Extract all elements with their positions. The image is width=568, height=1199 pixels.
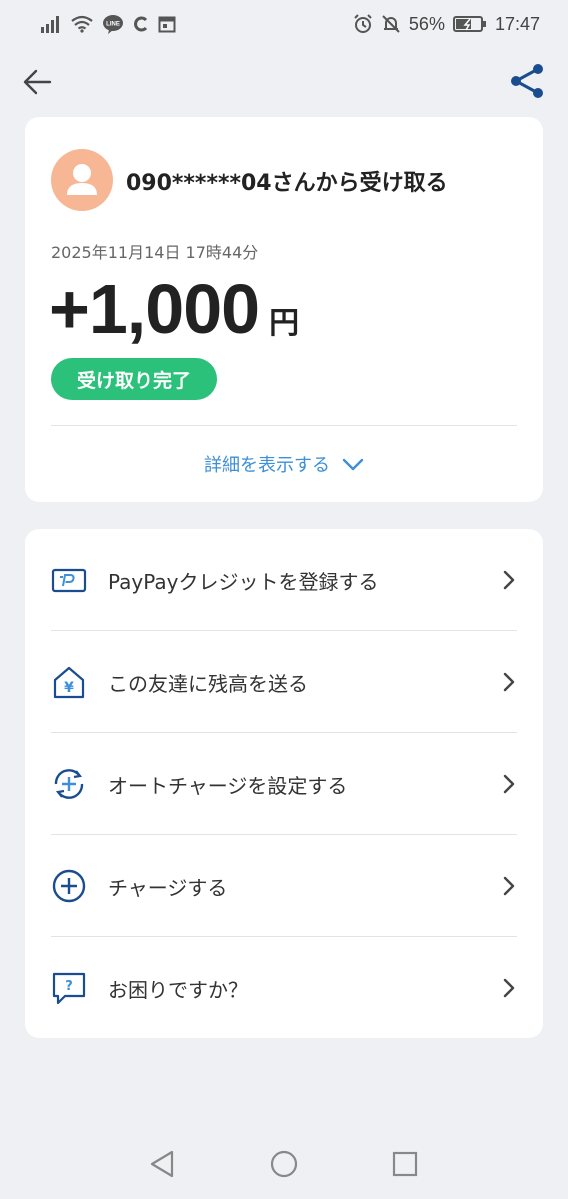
- charge-plus-icon: [52, 869, 86, 903]
- status-bar: LINE 56% 17:47: [0, 0, 568, 48]
- send-yen-icon: ¥: [53, 666, 85, 699]
- menu-item-label: この友達に残高を送る: [108, 671, 308, 696]
- credit-card-icon: [51, 568, 87, 593]
- menu-item-send-balance[interactable]: ¥ この友達に残高を送る: [25, 631, 543, 733]
- svg-text:?: ?: [65, 979, 73, 994]
- sync-icon: [134, 16, 148, 32]
- currency-label: 円: [269, 306, 300, 341]
- status-bar-right: 56% 17:47: [353, 14, 540, 35]
- line-app-icon: LINE: [103, 15, 123, 34]
- mute-bell-icon: [382, 15, 400, 33]
- chevron-right-icon: [503, 672, 515, 692]
- menu-item-help[interactable]: ? お困りですか？: [25, 937, 543, 1039]
- wifi-icon: [71, 15, 93, 33]
- auto-charge-icon: [54, 769, 84, 799]
- transaction-title: 090******04さんから受け取る: [126, 171, 448, 196]
- chevron-right-icon: [503, 570, 515, 590]
- menu-item-paypay-credit[interactable]: PayPayクレジットを登録する: [25, 529, 543, 631]
- menu-item-label: PayPayクレジットを登録する: [108, 569, 379, 594]
- divider: [51, 425, 517, 426]
- nav-home-icon[interactable]: [270, 1150, 298, 1178]
- chevron-down-icon: [342, 458, 364, 471]
- share-icon[interactable]: [508, 62, 546, 100]
- chevron-right-icon: [503, 876, 515, 896]
- chevron-right-icon: [503, 774, 515, 794]
- action-menu-card: PayPayクレジットを登録する ¥ この友達に残高を送る オートチャージを設定…: [25, 529, 543, 1038]
- status-badge: 受け取り完了: [51, 358, 218, 400]
- chevron-right-icon: [503, 978, 515, 998]
- calendar-icon: [158, 16, 176, 33]
- show-details-label: 詳細を表示する: [204, 455, 330, 476]
- menu-item-label: チャージする: [108, 875, 228, 900]
- amount-value: +1,000: [49, 270, 260, 348]
- menu-item-label: オートチャージを設定する: [108, 773, 348, 798]
- nav-back-icon[interactable]: [148, 1149, 176, 1179]
- avatar: [51, 149, 113, 211]
- menu-item-label: お困りですか？: [108, 977, 248, 1002]
- nav-recents-icon[interactable]: [392, 1151, 418, 1177]
- status-bar-left: LINE: [40, 14, 176, 34]
- back-arrow-icon[interactable]: [20, 64, 56, 100]
- user-icon: [67, 164, 97, 195]
- line-badge-text: LINE: [106, 22, 120, 28]
- amount-row: +1,000 円: [49, 269, 299, 349]
- top-app-bar: [0, 56, 568, 110]
- svg-text:¥: ¥: [64, 680, 74, 696]
- system-nav-bar: [0, 1129, 568, 1199]
- transaction-card: 090******04さんから受け取る 2025年11月14日 17時44分 +…: [25, 117, 543, 502]
- help-chat-icon: ?: [52, 972, 86, 1005]
- clock: 17:47: [494, 13, 540, 34]
- menu-item-charge[interactable]: チャージする: [25, 835, 543, 937]
- transaction-datetime: 2025年11月14日 17時44分: [51, 243, 259, 262]
- show-details-button[interactable]: 詳細を表示する: [25, 451, 543, 477]
- alarm-icon: [354, 14, 372, 33]
- battery-icon: [452, 16, 486, 32]
- menu-item-auto-charge[interactable]: オートチャージを設定する: [25, 733, 543, 835]
- battery-percent: 56%: [408, 13, 445, 34]
- signal-icon: [41, 16, 59, 33]
